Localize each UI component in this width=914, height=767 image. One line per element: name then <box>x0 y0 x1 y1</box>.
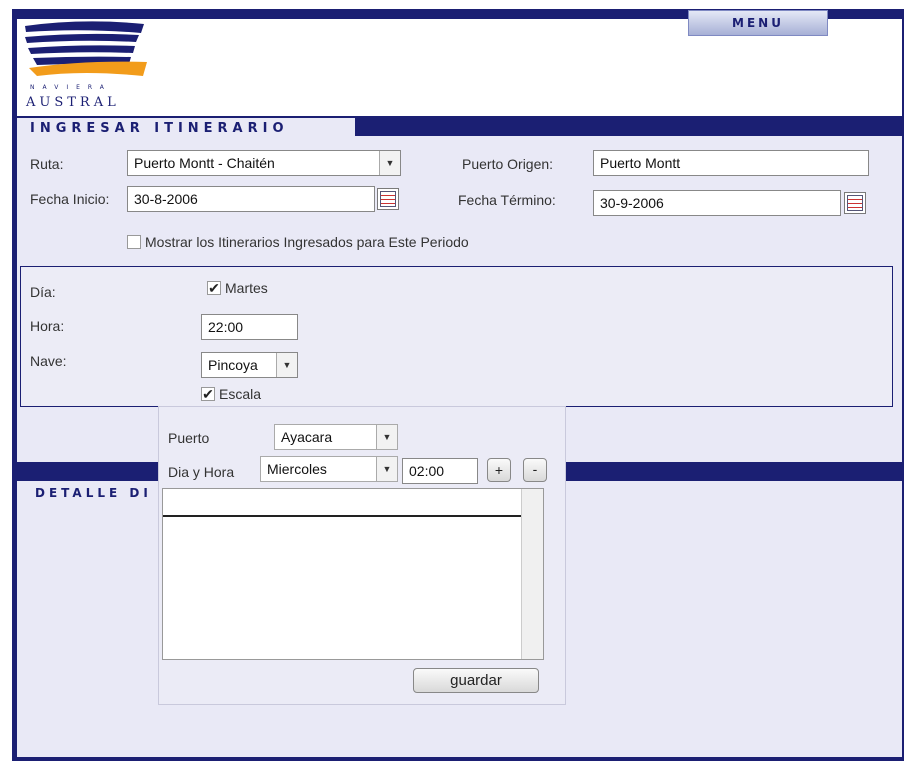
logo-wordmark: AUSTRAL <box>26 95 120 110</box>
popup-puerto-select[interactable]: Ayacara ▼ <box>274 424 398 450</box>
nave-label: Nave: <box>30 353 67 369</box>
calendar-icon[interactable] <box>377 188 399 210</box>
chevron-down-icon[interactable]: ▼ <box>276 353 297 377</box>
popup-puerto-value: Ayacara <box>281 429 333 445</box>
martes-label: Martes <box>225 280 268 296</box>
nave-select[interactable]: Pincoya ▼ <box>201 352 298 378</box>
popup-hora-field[interactable]: 02:00 <box>402 458 478 484</box>
hora-field[interactable]: 22:00 <box>201 314 298 340</box>
escala-label: Escala <box>219 386 262 402</box>
menu-button[interactable]: MENU <box>688 10 828 36</box>
hora-label: Hora: <box>30 318 65 334</box>
chevron-down-icon[interactable]: ▼ <box>376 457 397 481</box>
escala-list[interactable] <box>162 488 544 660</box>
chevron-down-icon[interactable]: ▼ <box>379 151 400 175</box>
ruta-select-value: Puerto Montt - Chaitén <box>134 155 275 171</box>
ruta-label: Ruta: <box>30 156 64 172</box>
schedule-section <box>20 266 893 407</box>
fecha-termino-label: Fecha Término: <box>458 192 556 208</box>
puerto-origen-label: Puerto Origen: <box>462 156 554 172</box>
popup-dia-value: Miercoles <box>267 461 327 477</box>
popup-dia-select[interactable]: Miercoles ▼ <box>260 456 398 482</box>
chevron-down-icon[interactable]: ▼ <box>376 425 397 449</box>
nave-select-value: Pincoya <box>208 357 258 373</box>
fecha-inicio-field[interactable]: 30-8-2006 <box>127 186 375 212</box>
detalle-title: DETALLE DI <box>35 486 152 500</box>
list-scrollbar[interactable] <box>521 489 543 659</box>
calendar-icon[interactable] <box>844 192 866 214</box>
martes-checkbox[interactable]: ✔ <box>207 281 221 295</box>
mostrar-checkbox[interactable] <box>127 235 141 249</box>
logo-subtitle: NAVIERA <box>30 84 112 91</box>
fecha-termino-field[interactable]: 30-9-2006 <box>593 190 841 216</box>
add-button[interactable]: + <box>487 458 511 482</box>
escala-checkbox[interactable]: ✔ <box>201 387 215 401</box>
ruta-select[interactable]: Puerto Montt - Chaitén ▼ <box>127 150 401 176</box>
popup-puerto-label: Puerto <box>168 430 210 446</box>
puerto-origen-field[interactable]: Puerto Montt <box>593 150 869 176</box>
dia-label: Día: <box>30 284 56 300</box>
itinerary-title: INGRESAR ITINERARIO <box>30 121 289 136</box>
mostrar-label: Mostrar los Itinerarios Ingresados para … <box>145 234 469 250</box>
list-header-divider <box>163 515 521 517</box>
popup-dia-hora-label: Dia y Hora <box>168 464 235 480</box>
fecha-inicio-label: Fecha Inicio: <box>30 191 110 207</box>
guardar-button[interactable]: guardar <box>413 668 539 693</box>
remove-button[interactable]: - <box>523 458 547 482</box>
